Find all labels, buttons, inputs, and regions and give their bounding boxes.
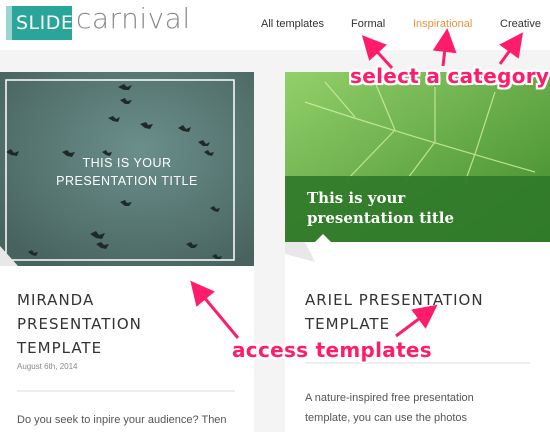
ariel-thumb-title: This is your presentation title [307, 189, 455, 227]
nav-inspirational[interactable]: Inspirational [413, 18, 472, 30]
nav-formal[interactable]: Formal [351, 18, 385, 30]
access-templates-annotation: access templates [232, 338, 433, 362]
miranda-date: August 6th, 2014 [17, 362, 78, 371]
miranda-description: Do you seek to inpire your audience? The… [17, 414, 227, 426]
ariel-thumbnail[interactable]: This is your presentation title [285, 72, 550, 242]
miranda-title[interactable]: MIRANDA PRESENTATION TEMPLATE [17, 288, 142, 360]
ariel-description: A nature-inspired free presentation temp… [305, 392, 474, 424]
logo-slides[interactable]: SLIDES [6, 6, 85, 40]
site-header: SLIDES carnival All templates Formal Ins… [0, 0, 550, 50]
nav-all-templates[interactable]: All templates [261, 18, 324, 30]
miranda-divider [17, 390, 235, 392]
select-category-annotation: select a category [350, 64, 550, 88]
logo-carnival[interactable]: carnival [76, 2, 191, 35]
miranda-thumb-title: THIS IS YOUR PRESENTATION TITLE [56, 156, 198, 188]
template-card-miranda[interactable]: THIS IS YOUR PRESENTATION TITLE MIRANDA … [0, 72, 254, 432]
corner-fold-icon [285, 242, 315, 262]
nav-creative[interactable]: Creative [500, 18, 541, 30]
ariel-title[interactable]: ARIEL PRESENTATION TEMPLATE [305, 288, 484, 336]
ariel-divider [305, 362, 530, 364]
miranda-thumbnail[interactable]: THIS IS YOUR PRESENTATION TITLE [0, 72, 254, 266]
template-card-ariel[interactable]: This is your presentation title ARIEL PR… [285, 72, 550, 432]
